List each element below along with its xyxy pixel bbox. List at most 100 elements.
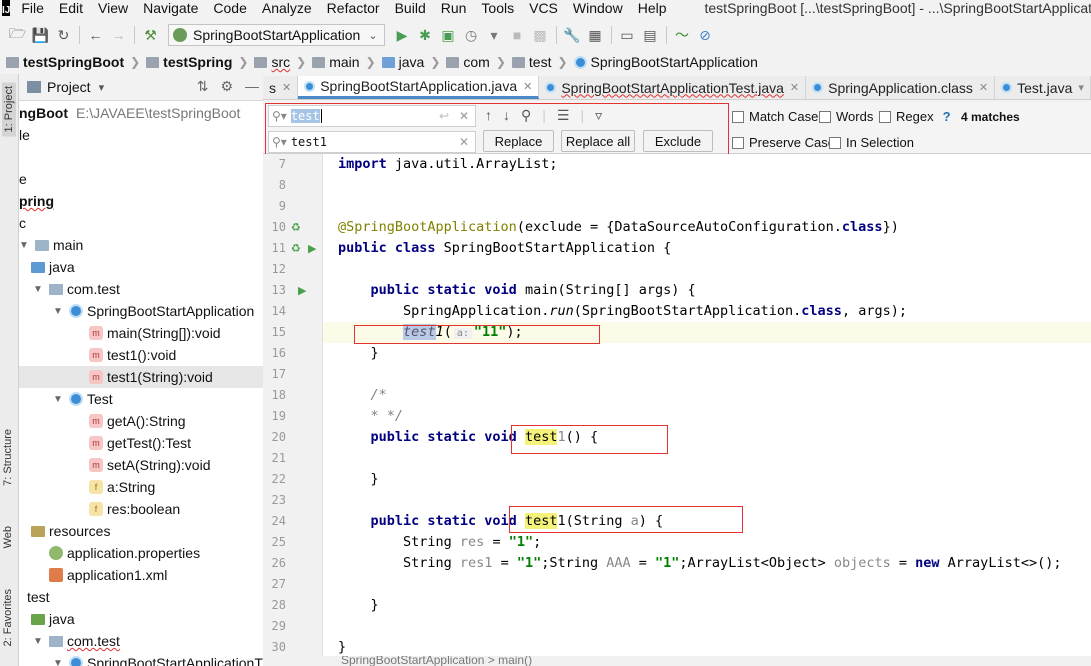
tree-item-field[interactable]: f a:String	[89, 476, 155, 498]
checkbox-box[interactable]	[829, 136, 841, 149]
checkbox-box[interactable]	[879, 110, 891, 123]
menu-edit[interactable]: Edit	[52, 0, 91, 16]
menu-code[interactable]: Code	[206, 0, 254, 16]
chevron-down-icon[interactable]: ▼	[33, 636, 45, 647]
open-folder-icon[interactable]: 🗁	[6, 24, 29, 46]
run-gutter-icon[interactable]: ▶	[308, 242, 316, 255]
breadcrumb-item[interactable]: testSpringBoot	[6, 54, 124, 70]
chevron-down-icon[interactable]: ▼	[53, 394, 65, 405]
profile-icon[interactable]: ◷	[460, 24, 483, 46]
tab-springbootstartapplicationtest[interactable]: SpringBootStartApplicationTest.java ✕	[539, 76, 807, 99]
power-save-icon[interactable]: ⊘	[694, 24, 717, 46]
menu-analyze[interactable]: Analyze	[255, 0, 320, 16]
gear-icon[interactable]: ⚙	[220, 78, 233, 95]
attach-icon[interactable]: ▩	[529, 24, 552, 46]
tree-item-file[interactable]: application.properties	[49, 542, 200, 564]
run-icon[interactable]: ▶	[391, 24, 414, 46]
save-all-icon[interactable]: 💾	[29, 24, 52, 46]
preserve-case-checkbox[interactable]: Preserve Case	[732, 135, 835, 150]
menu-tools[interactable]: Tools	[474, 0, 522, 16]
hide-icon[interactable]: —	[245, 78, 259, 95]
run-gutter-icon[interactable]: ▶	[298, 284, 306, 297]
stop-icon[interactable]: ■	[506, 24, 529, 46]
code-editor[interactable]: 7 8 9 10 11 12 13 14 15 16 17 18 19 20 2…	[263, 154, 1091, 666]
regex-help-link[interactable]: ?	[943, 109, 951, 124]
tree-item[interactable]: c	[19, 212, 26, 234]
checkbox-box[interactable]	[732, 136, 744, 149]
words-checkbox[interactable]: Words	[819, 109, 873, 124]
spring-bean-icon[interactable]: ♻	[291, 221, 301, 234]
vcs-icon[interactable]: ▤	[639, 24, 662, 46]
more-run-icon[interactable]: ▾	[483, 24, 506, 46]
tree-item-class[interactable]: ▼ Test	[53, 388, 113, 410]
tree-item-method[interactable]: m main(String[]):void	[89, 322, 221, 344]
checkbox-box[interactable]	[732, 110, 744, 123]
chevron-down-icon[interactable]: ▾	[99, 81, 105, 94]
match-case-checkbox[interactable]: Match Case	[732, 109, 818, 124]
tree-item[interactable]: le	[19, 124, 30, 146]
tool-tab-project[interactable]: 1: Project	[2, 82, 16, 137]
tab-springapplication-class[interactable]: SpringApplication.class ✕	[806, 76, 996, 99]
tree-item-class[interactable]: ▼ SpringBootStartApplicationT	[53, 652, 263, 666]
regex-checkbox[interactable]: Regex?	[879, 109, 951, 124]
close-icon[interactable]: ✕	[790, 81, 799, 94]
menu-view[interactable]: View	[91, 0, 136, 16]
breadcrumb-item[interactable]: test	[511, 54, 551, 70]
tree-item-java[interactable]: java	[31, 256, 75, 278]
chevron-down-icon[interactable]: ▼	[53, 306, 65, 317]
tree-item-resources[interactable]: resources	[31, 520, 110, 542]
menu-build[interactable]: Build	[388, 0, 434, 16]
terminal-icon[interactable]: ▭	[616, 24, 639, 46]
sync-icon[interactable]: ↻	[52, 24, 75, 46]
breadcrumb-item[interactable]: java	[381, 54, 424, 70]
chevron-down-icon[interactable]: ▾	[1078, 81, 1084, 94]
breadcrumb-item[interactable]: src	[254, 54, 290, 70]
forward-arrow-icon[interactable]: →	[107, 24, 130, 46]
tab-overflow[interactable]: s ✕	[263, 76, 299, 99]
chevron-down-icon[interactable]: ▼	[53, 658, 65, 666]
tree-item-package[interactable]: ▼ com.test	[33, 630, 120, 652]
menu-window[interactable]: Window	[566, 0, 631, 16]
tree-item-field[interactable]: f res:boolean	[89, 498, 180, 520]
tab-test-java[interactable]: Test.java ▾	[995, 76, 1091, 99]
tree-item-test[interactable]: test	[27, 586, 50, 608]
tree-item-method[interactable]: m test1():void	[89, 344, 176, 366]
editor-breadcrumb-status[interactable]: SpringBootStartApplication > main()	[263, 656, 1091, 666]
breadcrumb-item[interactable]: main	[312, 54, 360, 70]
tree-item-file[interactable]: application1.xml	[49, 564, 167, 586]
in-selection-checkbox[interactable]: In Selection	[829, 135, 914, 150]
spring-bean-icon[interactable]: ♻	[291, 242, 301, 255]
tree-item[interactable]: pring	[19, 190, 54, 212]
project-structure-icon[interactable]: ▦	[584, 24, 607, 46]
tool-tab-web[interactable]: Web	[2, 526, 14, 548]
run-configuration-select[interactable]: SpringBootStartApplication ⌄	[168, 24, 385, 46]
menu-refactor[interactable]: Refactor	[320, 0, 388, 16]
project-panel-title[interactable]: Project	[47, 79, 91, 95]
tree-item-method[interactable]: m getA():String	[89, 410, 186, 432]
breadcrumb-item[interactable]: testSpring	[146, 54, 232, 70]
menu-help[interactable]: Help	[631, 0, 675, 16]
tree-item-class[interactable]: ▼ SpringBootStartApplication	[53, 300, 254, 322]
tree-item-main[interactable]: ▼ main	[19, 234, 83, 256]
build-hammer-icon[interactable]: ⚒	[139, 24, 162, 46]
menu-file[interactable]: File	[14, 0, 52, 16]
checkbox-box[interactable]	[819, 110, 831, 123]
breadcrumb-item[interactable]: SpringBootStartApplication	[573, 54, 758, 70]
menu-run[interactable]: Run	[434, 0, 475, 16]
settings-wrench-icon[interactable]: 🔧	[561, 24, 584, 46]
chevron-down-icon[interactable]: ▼	[19, 240, 31, 251]
activity-monitor-icon[interactable]: 〜	[671, 24, 694, 46]
close-icon[interactable]: ✕	[282, 81, 291, 94]
tree-item-project-root[interactable]: ngBoot E:\JAVAEE\testSpringBoot	[19, 102, 240, 124]
close-icon[interactable]: ✕	[979, 81, 988, 94]
debug-icon[interactable]: ✱	[414, 24, 437, 46]
tab-springbootstartapplication[interactable]: SpringBootStartApplication.java ✕	[298, 76, 540, 99]
tree-item-method-selected[interactable]: m test1(String):void	[19, 366, 263, 388]
coverage-icon[interactable]: ▣	[437, 24, 460, 46]
tree-item-java[interactable]: java	[31, 608, 75, 630]
tool-tab-favorites[interactable]: 2: Favorites	[2, 589, 14, 646]
close-icon[interactable]: ✕	[523, 80, 532, 93]
collapse-all-icon[interactable]: ⇅	[197, 78, 209, 95]
tree-item-package[interactable]: ▼ com.test	[33, 278, 120, 300]
chevron-down-icon[interactable]: ▼	[33, 284, 45, 295]
